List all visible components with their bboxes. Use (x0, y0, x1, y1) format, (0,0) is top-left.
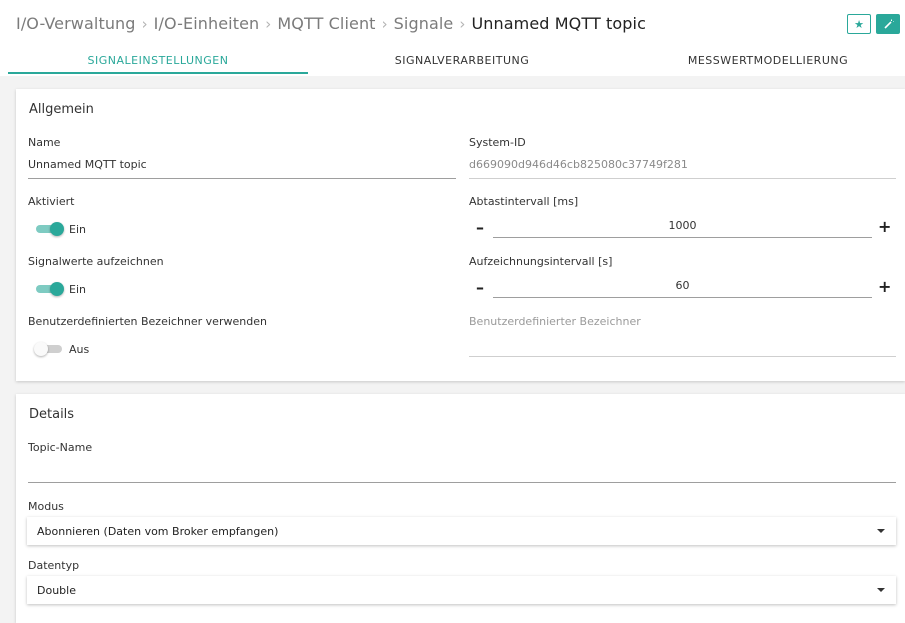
breadcrumb-signale[interactable]: Signale (394, 14, 454, 33)
custom-id-state: Aus (69, 343, 90, 356)
caret-down-icon (877, 588, 885, 592)
toggle-knob (34, 342, 48, 356)
mode-select[interactable]: Abonnieren (Daten vom Broker empfangen) (27, 517, 896, 545)
magic-wand-icon (883, 19, 893, 29)
record-values-state: Ein (69, 283, 86, 296)
page-title: Unnamed MQTT topic (471, 14, 646, 33)
name-field[interactable]: Unnamed MQTT topic (28, 158, 147, 171)
general-title: Allgemein (29, 102, 94, 117)
tab-messwertmodellierung[interactable]: MESSWERTMODELLIERUNG (616, 46, 905, 74)
custom-id-toggle-label: Benutzerdefinierten Bezeichner verwenden (28, 315, 267, 328)
sampling-interval-label: Abtastintervall [ms] (469, 195, 579, 208)
datatype-selected-value: Double (37, 584, 76, 597)
record-interval-input[interactable]: 60 (493, 279, 872, 292)
enabled-label: Aktiviert (28, 195, 75, 208)
record-interval-increment-button[interactable]: + (878, 279, 891, 295)
breadcrumb-io-verwaltung[interactable]: I/O-Verwaltung (16, 14, 136, 33)
breadcrumb-mqtt-client[interactable]: MQTT Client (277, 14, 375, 33)
record-interval-label: Aufzeichnungsintervall [s] (469, 255, 613, 268)
record-values-label: Signalwerte aufzeichnen (28, 255, 164, 268)
custom-id-field[interactable] (469, 337, 896, 353)
system-id-underline (469, 178, 896, 179)
record-interval-underline (493, 297, 872, 298)
system-id-label: System-ID (469, 136, 526, 149)
toggle-knob (50, 282, 64, 296)
sampling-decrement-button[interactable]: – (476, 220, 484, 236)
sampling-interval-input[interactable]: 1000 (493, 219, 872, 232)
caret-down-icon (877, 529, 885, 533)
system-id-field: d669090d946d46cb825080c37749f281 (469, 158, 688, 171)
details-card: Details Topic-Name Modus Abonnieren (Dat… (16, 394, 905, 623)
datatype-label: Datentyp (28, 559, 80, 572)
breadcrumb-io-einheiten[interactable]: I/O-Einheiten (154, 14, 260, 33)
mode-selected-value: Abonnieren (Daten vom Broker empfangen) (37, 525, 279, 538)
chevron-right-icon: › (265, 15, 272, 33)
record-values-toggle[interactable] (34, 282, 64, 296)
chevron-right-icon: › (381, 15, 388, 33)
breadcrumb: I/O-Verwaltung › I/O-Einheiten › MQTT Client… (16, 14, 646, 33)
tab-signalverarbeitung[interactable]: SIGNALVERARBEITUNG (308, 46, 616, 74)
name-label: Name (28, 136, 61, 149)
wizard-button[interactable] (876, 14, 900, 34)
custom-id-underline (469, 356, 896, 357)
sampling-interval-underline (493, 237, 872, 238)
tab-signaleinstellungen[interactable]: SIGNALEINSTELLUNGEN (8, 46, 308, 74)
enabled-state: Ein (69, 223, 86, 236)
enabled-toggle[interactable] (34, 222, 64, 236)
topic-name-field[interactable] (28, 463, 896, 479)
general-card: Allgemein Name Unnamed MQTT topic System… (16, 89, 905, 381)
mode-label: Modus (28, 500, 64, 513)
favorite-button[interactable]: ★ (847, 14, 871, 34)
toggle-knob (50, 222, 64, 236)
record-interval-decrement-button[interactable]: – (476, 280, 484, 296)
star-icon: ★ (854, 17, 864, 31)
datatype-select[interactable]: Double (27, 576, 896, 604)
custom-id-toggle[interactable] (34, 342, 64, 356)
details-title: Details (29, 407, 75, 422)
chevron-right-icon: › (141, 15, 148, 33)
chevron-right-icon: › (459, 15, 466, 33)
custom-id-placeholder: Benutzerdefinierter Bezeichner (469, 315, 641, 328)
sampling-increment-button[interactable]: + (878, 219, 891, 235)
page-header: I/O-Verwaltung › I/O-Einheiten › MQTT Client… (0, 0, 905, 76)
active-tab-indicator (8, 72, 308, 74)
topic-name-label: Topic-Name (28, 441, 93, 454)
topic-name-underline (28, 482, 896, 483)
name-underline (28, 178, 456, 179)
